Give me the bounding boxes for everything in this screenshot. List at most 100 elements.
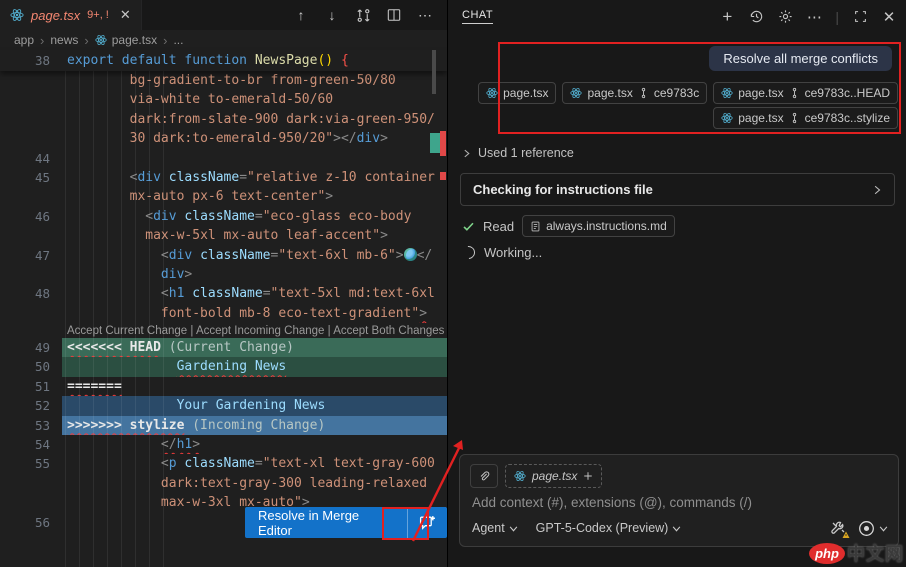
- line-number: 56: [34, 514, 50, 530]
- line-content: <p className="text-xl text-gray-600: [160, 456, 435, 472]
- breadcrumb-item[interactable]: page.tsx: [95, 33, 157, 47]
- line-content: bg-gradient-to-br from-green-50/80: [129, 73, 396, 88]
- line-number: 44: [34, 150, 50, 166]
- chat-attachment-chip[interactable]: page.tsx ce9783c: [562, 82, 708, 104]
- tool-progress-card[interactable]: Checking for instructions file: [460, 173, 895, 206]
- react-file-icon: [10, 8, 24, 22]
- history-icon[interactable]: [748, 9, 764, 25]
- codelens-link[interactable]: Accept Incoming Change: [196, 325, 325, 337]
- code-line: via-white to-emerald-50/60: [0, 90, 447, 109]
- line-content: [62, 149, 447, 168]
- configure-tools-button[interactable]: [830, 520, 850, 538]
- tab-close-icon[interactable]: ✕: [120, 7, 131, 23]
- line-content: <h1 className="text-5xl md:text-6xl: [160, 286, 435, 302]
- line-content: <div className="eco-glass eco-body: [145, 208, 412, 224]
- line-number: 50: [34, 359, 50, 375]
- more-actions-icon[interactable]: ⋯: [806, 9, 822, 26]
- chat-input[interactable]: Add context (#), extensions (@), command…: [472, 495, 886, 510]
- close-panel-icon[interactable]: ✕: [881, 9, 897, 26]
- attach-context-button[interactable]: [470, 464, 498, 488]
- line-content: </h1>: [160, 437, 201, 453]
- previous-change-icon[interactable]: ↑: [293, 7, 309, 23]
- codelens-row: Accept Current Change | Accept Incoming …: [0, 323, 447, 338]
- loading-spinner-icon: [459, 243, 478, 262]
- mode-picker[interactable]: Agent: [472, 521, 518, 535]
- react-file-icon: [721, 112, 733, 124]
- model-picker[interactable]: GPT-5-Codex (Preview): [536, 521, 682, 535]
- code-area[interactable]: bg-gradient-to-br from-green-50/80 via-w…: [0, 71, 447, 567]
- attachment-chips-row: page.tsx ce9783c..stylize: [713, 107, 898, 129]
- sticky-scroll-line: 38 export default function NewsPage() {: [0, 50, 447, 71]
- chat-input-box: page.tsx Add context (#), extensions (@)…: [459, 454, 899, 547]
- scrollbar-thumb[interactable]: [432, 50, 436, 94]
- git-compare-icon: [641, 87, 646, 99]
- ruler-error-mark: [440, 131, 446, 156]
- tab-chat[interactable]: CHAT: [462, 9, 494, 24]
- breadcrumb-item[interactable]: ...: [173, 33, 183, 47]
- code-line: 48 <h1 className="text-5xl md:text-6xl: [0, 284, 447, 303]
- split-editor-icon[interactable]: [386, 7, 402, 23]
- breadcrumb-item[interactable]: news: [50, 33, 78, 47]
- used-references-toggle[interactable]: Used 1 reference: [462, 146, 574, 160]
- chevron-down-icon: [879, 525, 888, 532]
- resolve-with-copilot-icon[interactable]: [406, 507, 447, 538]
- sticky-line-number: 38: [34, 53, 50, 68]
- context-file-name: page.tsx: [532, 469, 578, 483]
- codelens-separator: |: [324, 325, 334, 338]
- compare-changes-icon[interactable]: [355, 7, 371, 23]
- react-file-icon: [486, 87, 498, 99]
- sticky-line-code: export default function NewsPage() {: [67, 53, 349, 68]
- stop-request-button[interactable]: [858, 520, 888, 537]
- check-icon: [463, 222, 474, 231]
- ruler-modified-mark: [430, 133, 440, 153]
- line-number: 52: [34, 398, 50, 414]
- gear-icon[interactable]: [777, 9, 793, 25]
- breadcrumb-item[interactable]: app: [14, 33, 34, 47]
- resolve-in-merge-editor-button[interactable]: Resolve in Merge Editor: [245, 507, 407, 538]
- more-actions-icon[interactable]: ⋯: [417, 7, 433, 23]
- line-content: max-w-5xl mx-auto leaf-accent">: [145, 228, 388, 244]
- breadcrumb-separator: ›: [40, 32, 45, 48]
- line-content: mx-auto px-6 text-center">: [129, 189, 334, 205]
- tab-problems-badge: 9+, !: [87, 9, 109, 21]
- ruler-error-dot: [440, 172, 446, 180]
- code-line: max-w-5xl mx-auto leaf-accent">: [0, 226, 447, 245]
- instructions-file-chip[interactable]: always.instructions.md: [522, 215, 675, 237]
- code-line: mx-auto px-6 text-center">: [0, 187, 447, 206]
- breadcrumb-label: page.tsx: [111, 33, 158, 47]
- line-content: Your Gardening News: [62, 396, 447, 416]
- breadcrumb[interactable]: app › news › page.tsx ›...: [0, 30, 447, 50]
- line-number: [0, 90, 62, 109]
- new-chat-icon[interactable]: +: [719, 7, 735, 26]
- next-change-icon[interactable]: ↓: [324, 7, 340, 23]
- code-line: bg-gradient-to-br from-green-50/80: [0, 71, 447, 90]
- code-line: 45 <div className="relative z-10 contain…: [0, 168, 447, 187]
- php-logo: php: [809, 542, 845, 564]
- line-number: 46: [34, 208, 50, 224]
- codelens-link[interactable]: Accept Both Changes: [333, 325, 444, 337]
- tab-page-tsx[interactable]: page.tsx 9+, ! ✕: [0, 0, 142, 30]
- chevron-right-icon: [464, 149, 470, 157]
- line-number: [0, 71, 62, 90]
- chip-file-name: page.tsx: [738, 111, 784, 125]
- line-number: [0, 187, 62, 206]
- code-line: font-bold mb-8 eco-text-gradient">: [0, 304, 447, 323]
- editor-tab-bar: page.tsx 9+, ! ✕ ↑ ↓ ⋯: [0, 0, 447, 30]
- codelens-link[interactable]: Accept Current Change: [67, 325, 187, 337]
- code-line: div>: [0, 265, 447, 284]
- line-number: [0, 493, 62, 512]
- chat-attachment-chip[interactable]: page.tsx: [478, 82, 557, 104]
- git-compare-icon: [792, 112, 796, 124]
- chat-attachment-chip[interactable]: page.tsx ce9783c..HEAD: [713, 82, 898, 104]
- maximize-panel-icon[interactable]: [852, 9, 868, 25]
- resolve-merge-button-group: Resolve in Merge Editor: [245, 507, 447, 538]
- code-line: 51 =======: [0, 377, 447, 396]
- chat-attachment-chip[interactable]: page.tsx ce9783c..stylize: [713, 107, 898, 129]
- read-file-row: Read always.instructions.md: [462, 215, 675, 237]
- current-file-context-chip[interactable]: page.tsx: [505, 464, 603, 488]
- line-content: <<<<<<< HEAD (Current Change): [62, 338, 447, 358]
- line-content: 30 dark:to-emerald-950/20"></div>: [129, 131, 388, 147]
- line-number: 53: [34, 417, 50, 433]
- line-number: 54: [34, 437, 50, 453]
- code-line: 46 <div className="eco-glass eco-body: [0, 207, 447, 226]
